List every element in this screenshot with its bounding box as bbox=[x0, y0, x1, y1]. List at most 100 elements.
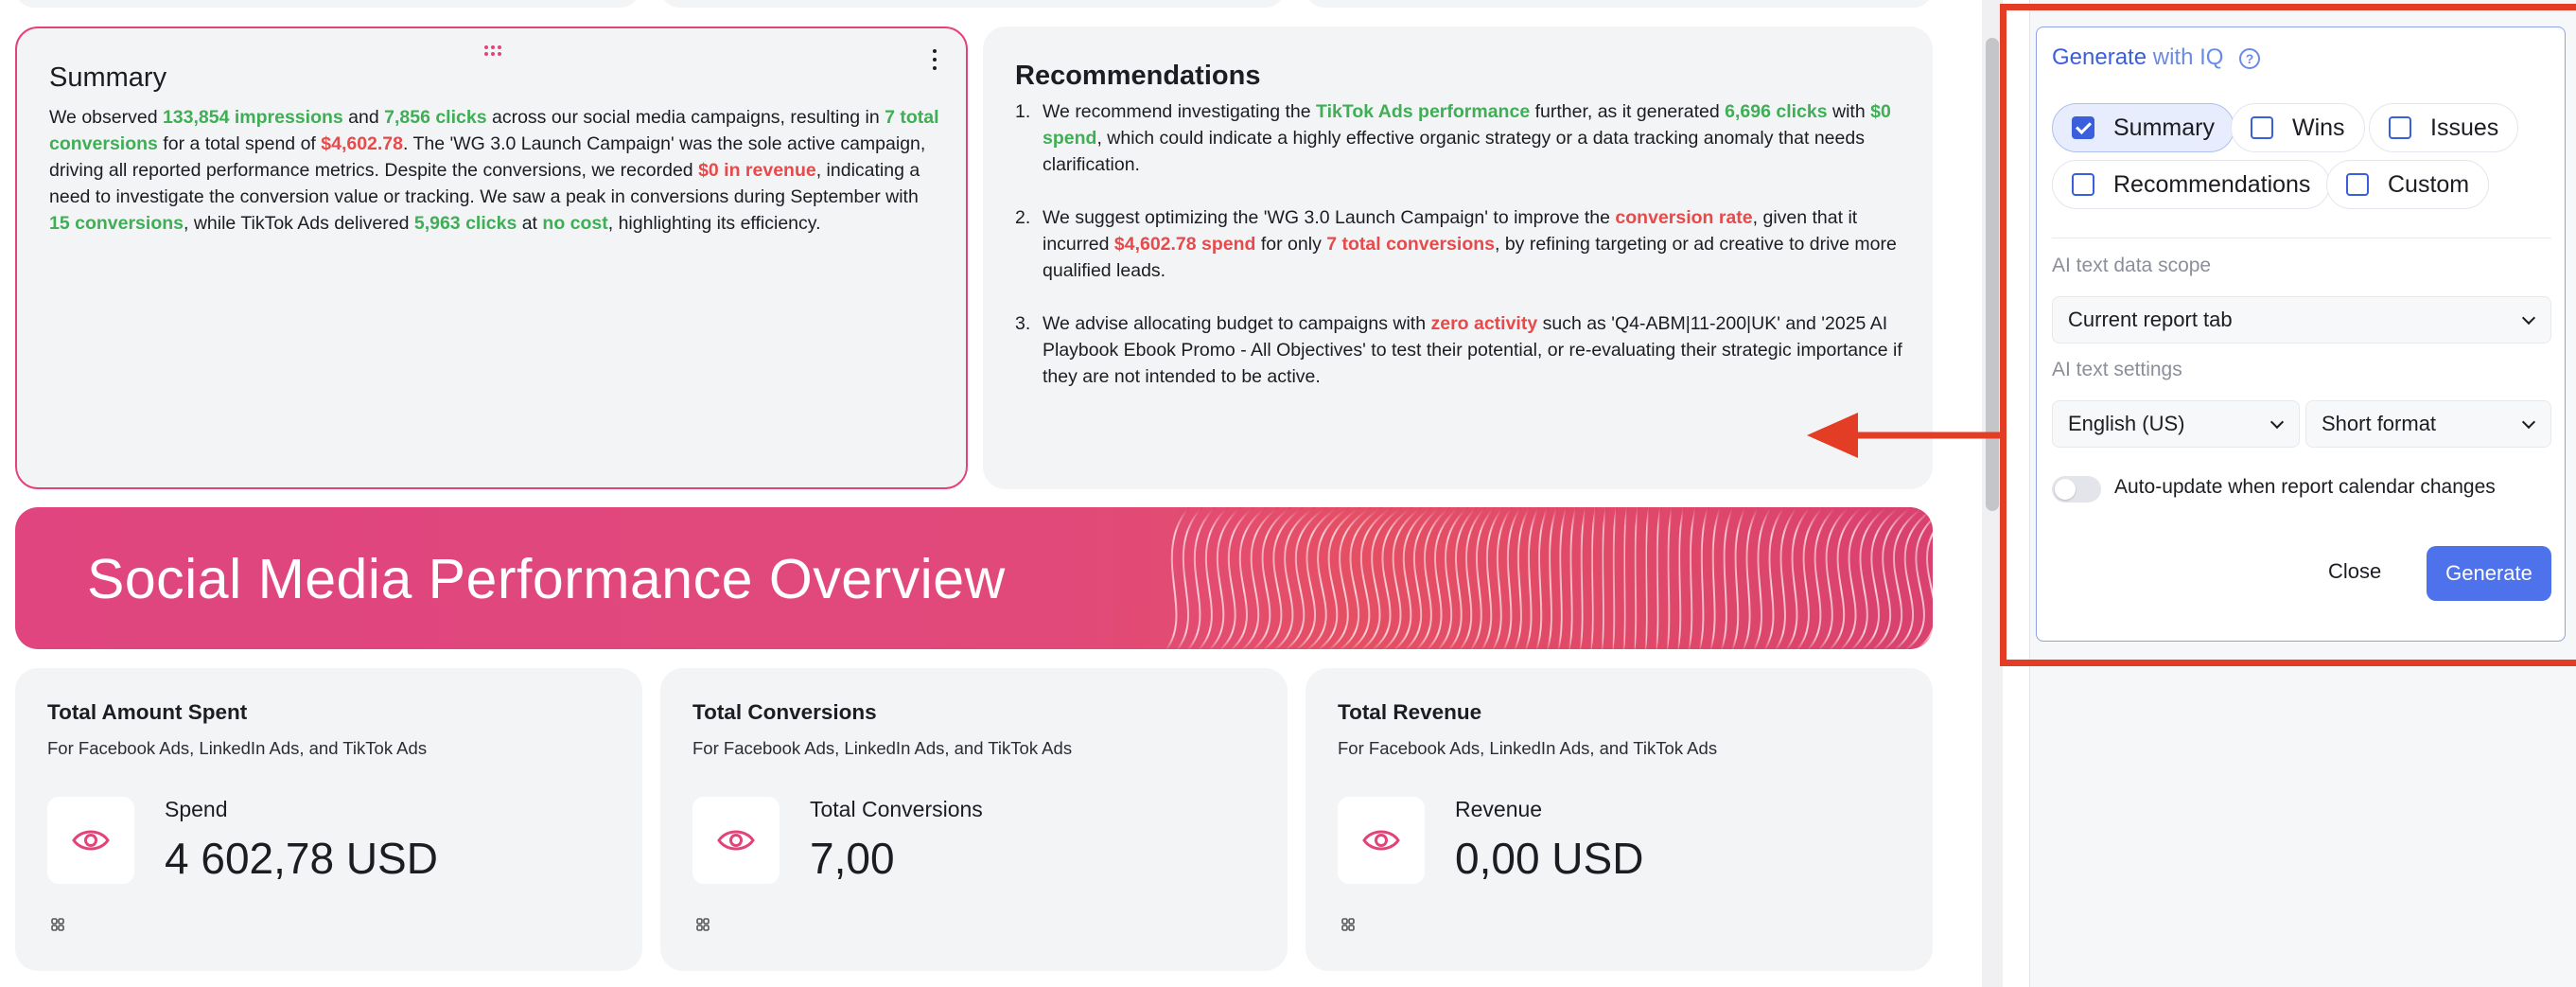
card-stub-2 bbox=[660, 0, 1285, 8]
banner-wave-line bbox=[1611, 507, 1618, 649]
banner-wave-line bbox=[1524, 507, 1540, 649]
text-run: We advise allocating budget to campaigns… bbox=[1043, 313, 1431, 334]
text-run: We observed bbox=[49, 107, 163, 128]
kpi-label: Spend bbox=[165, 797, 228, 821]
text-run: for only bbox=[1255, 234, 1327, 255]
kpi-label: Total Conversions bbox=[810, 797, 983, 821]
summary-card[interactable]: Summary We observed 133,854 impressions … bbox=[15, 26, 968, 489]
highlight-negative: zero activity bbox=[1430, 313, 1538, 334]
highlight-positive: no cost bbox=[542, 213, 608, 234]
banner-wave-line bbox=[1742, 507, 1760, 649]
banner-wave-line bbox=[1622, 507, 1629, 649]
recommendation-number: 3. bbox=[1015, 313, 1031, 334]
highlight-negative: 7 total conversions bbox=[1326, 234, 1495, 255]
banner-wave-line bbox=[1709, 507, 1722, 649]
banner-wave-line bbox=[1557, 507, 1568, 649]
highlight-positive: 133,854 impressions bbox=[162, 107, 343, 128]
recommendation-number: 2. bbox=[1015, 207, 1031, 228]
banner-wave-line bbox=[1437, 507, 1469, 649]
banner-wave-line bbox=[1688, 507, 1697, 649]
kpi-value: 7,00 bbox=[810, 834, 895, 883]
section-banner: Social Media Performance Overview bbox=[15, 507, 1933, 649]
banner-wave-line bbox=[1601, 507, 1607, 649]
text-run: further, as it generated bbox=[1530, 101, 1726, 122]
more-options-icon[interactable] bbox=[928, 47, 941, 76]
banner-wave-line bbox=[1676, 507, 1686, 649]
kpi-card-spend[interactable]: Total Amount Spent For Facebook Ads, Lin… bbox=[15, 668, 642, 971]
text-run: , while TikTok Ads delivered bbox=[183, 213, 414, 234]
kpi-card-revenue[interactable]: Total Revenue For Facebook Ads, LinkedIn… bbox=[1306, 668, 1933, 971]
recommendations-title: Recommendations bbox=[1015, 61, 1261, 91]
banner-wave-line bbox=[1720, 507, 1734, 649]
grid-icon[interactable] bbox=[1341, 918, 1355, 931]
banner-wave-line bbox=[1655, 507, 1662, 649]
text-run: with bbox=[1827, 101, 1871, 122]
text-run: for a total spend of bbox=[157, 133, 322, 154]
banner-wave-line bbox=[1589, 507, 1597, 649]
recommendation-item: 3. We advise allocating budget to campaig… bbox=[1015, 310, 1914, 390]
banner-wave-line bbox=[1568, 507, 1577, 649]
banner-wave-line bbox=[1840, 507, 1876, 649]
grid-icon[interactable] bbox=[51, 918, 64, 931]
banner-wave-line bbox=[1633, 507, 1639, 649]
recommendation-text: We suggest optimizing the 'WG 3.0 Launch… bbox=[1043, 204, 1914, 284]
banner-wave-line bbox=[1731, 507, 1747, 649]
highlight-negative: conversion rate bbox=[1615, 207, 1753, 228]
banner-wave-line bbox=[1546, 507, 1558, 649]
text-run: and bbox=[342, 107, 385, 128]
summary-text: We observed 133,854 impressions and 7,85… bbox=[49, 104, 942, 237]
drag-handle-icon[interactable] bbox=[484, 45, 501, 57]
kpi-value: 4 602,78 USD bbox=[165, 834, 438, 883]
banner-wave-line bbox=[1753, 507, 1773, 649]
recommendations-list: 1. We recommend investigating the TikTok … bbox=[1015, 98, 1914, 416]
kpi-card-conversions[interactable]: Total Conversions For Facebook Ads, Link… bbox=[660, 668, 1288, 971]
kpi-subtitle: For Facebook Ads, LinkedIn Ads, and TikT… bbox=[47, 738, 428, 758]
text-run: We recommend investigating the bbox=[1043, 101, 1317, 122]
recommendations-card[interactable]: Recommendations 1. We recommend investiga… bbox=[983, 26, 1933, 489]
kpi-value: 0,00 USD bbox=[1455, 834, 1644, 883]
text-run: We suggest optimizing the 'WG 3.0 Launch… bbox=[1043, 207, 1616, 228]
highlight-positive: 5,963 clicks bbox=[413, 213, 517, 234]
banner-wave-line bbox=[1514, 507, 1531, 649]
banner-wave-line bbox=[1231, 507, 1267, 649]
kpi-label: Revenue bbox=[1455, 797, 1543, 821]
eye-icon bbox=[692, 797, 780, 884]
text-run: , which could indicate a highly effectiv… bbox=[1043, 128, 1865, 175]
highlight-positive: 6,696 clicks bbox=[1725, 101, 1828, 122]
recommendation-number: 1. bbox=[1015, 101, 1031, 122]
highlight-negative: $4,602.78 spend bbox=[1113, 234, 1256, 255]
text-run: at bbox=[517, 213, 543, 234]
recommendation-item: 2. We suggest optimizing the 'WG 3.0 Laun… bbox=[1015, 204, 1914, 284]
arrow-annotation bbox=[1807, 413, 2006, 458]
kpi-title: Total Revenue bbox=[1338, 700, 1482, 724]
recommendation-item: 1. We recommend investigating the TikTok … bbox=[1015, 98, 1914, 178]
kpi-subtitle: For Facebook Ads, LinkedIn Ads, and TikT… bbox=[692, 738, 1073, 758]
banner-wave-line bbox=[1579, 507, 1587, 649]
eye-icon bbox=[47, 797, 134, 884]
card-stub-3 bbox=[1306, 0, 1933, 8]
highlight-positive: 7,856 clicks bbox=[384, 107, 487, 128]
eye-icon bbox=[1338, 797, 1425, 884]
banner-wave-line bbox=[1535, 507, 1550, 649]
text-run: , highlighting its efficiency. bbox=[607, 213, 821, 234]
highlight-positive: TikTok Ads performance bbox=[1316, 101, 1531, 122]
kpi-title: Total Amount Spent bbox=[47, 700, 248, 724]
recommendation-text: We advise allocating budget to campaigns… bbox=[1043, 310, 1914, 390]
kpi-title: Total Conversions bbox=[692, 700, 877, 724]
grid-icon[interactable] bbox=[696, 918, 710, 931]
banner-wave-line bbox=[1644, 507, 1651, 649]
highlight-box bbox=[2000, 4, 2576, 666]
banner-wave-line bbox=[1219, 507, 1254, 649]
recommendation-text: We recommend investigating the TikTok Ad… bbox=[1043, 98, 1914, 178]
banner-wave-line bbox=[1894, 507, 1933, 649]
banner-title: Social Media Performance Overview bbox=[87, 548, 1006, 610]
kpi-subtitle: For Facebook Ads, LinkedIn Ads, and TikT… bbox=[1338, 738, 1718, 758]
card-stub-1 bbox=[15, 0, 640, 8]
banner-wave-line bbox=[1165, 507, 1190, 649]
banner-wave-line bbox=[1698, 507, 1709, 649]
highlight-negative: $4,602.78 bbox=[321, 133, 404, 154]
highlight-negative: $0 in revenue bbox=[698, 160, 816, 181]
summary-title: Summary bbox=[49, 62, 167, 93]
banner-wave-graphic bbox=[1165, 507, 1933, 649]
text-run: across our social media campaigns, resul… bbox=[486, 107, 885, 128]
